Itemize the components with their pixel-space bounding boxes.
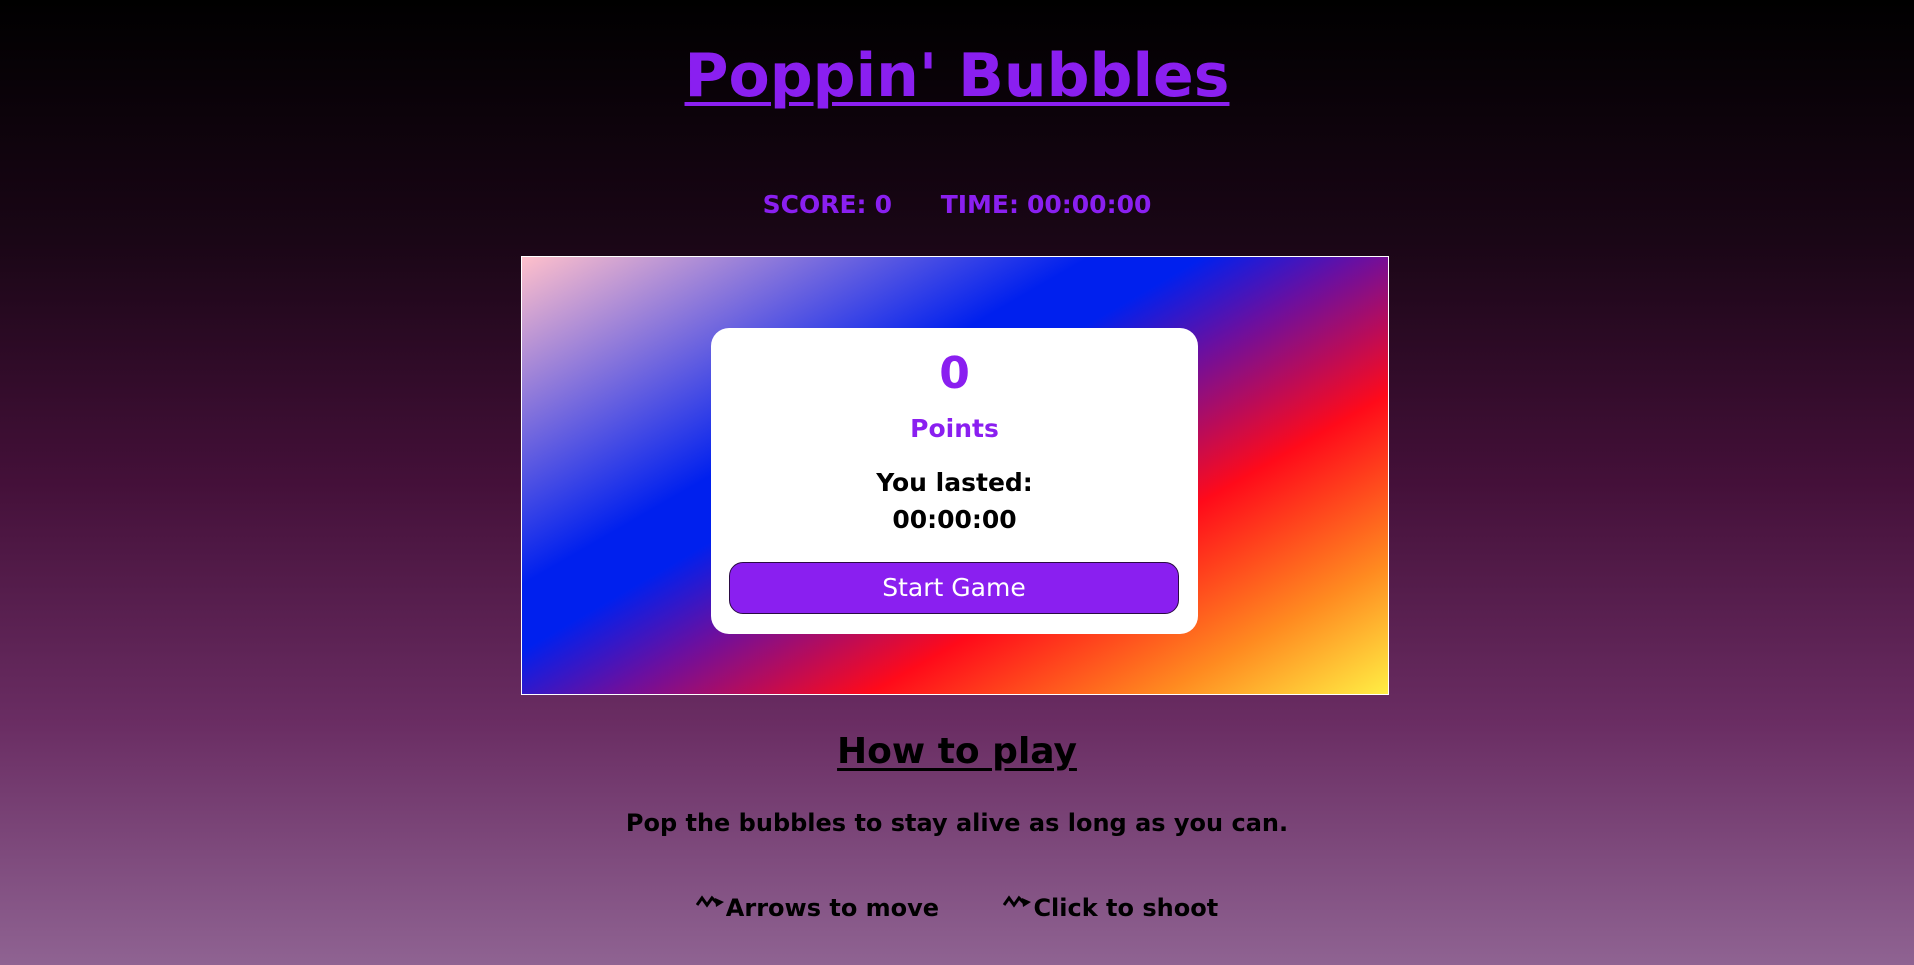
game-over-modal: 0 Points You lasted: 00:00:00 Start Game	[711, 328, 1198, 634]
stats-bar: SCORE: 0 TIME: 00:00:00	[0, 188, 1914, 222]
control-move-label: Arrows to move	[725, 894, 940, 922]
control-shoot-label: Click to shoot	[1033, 894, 1219, 922]
modal-score: 0	[939, 348, 970, 399]
double-arrow-icon	[695, 895, 724, 908]
time-label: TIME:	[940, 190, 1019, 219]
start-game-button[interactable]: Start Game	[729, 562, 1179, 614]
controls-list: Arrows to move Click to shoot	[0, 890, 1914, 926]
double-arrow-icon	[1003, 895, 1032, 908]
time-value: 00:00:00	[1027, 190, 1152, 219]
time-stat: TIME: 00:00:00	[941, 188, 1152, 222]
how-to-play-title: How to play	[837, 731, 1077, 772]
modal-points-label: Points	[910, 414, 999, 443]
game-board[interactable]: 0 Points You lasted: 00:00:00 Start Game	[521, 256, 1389, 695]
page-title: Poppin' Bubbles	[684, 41, 1230, 111]
score-value: 0	[874, 190, 892, 219]
score-label: SCORE:	[762, 190, 867, 219]
control-shoot: Click to shoot	[1003, 890, 1218, 926]
how-to-play-description: Pop the bubbles to stay alive as long as…	[625, 809, 1289, 837]
modal-lasted-label: You lasted:	[876, 468, 1033, 497]
control-move: Arrows to move	[695, 890, 940, 926]
modal-lasted-time: 00:00:00	[892, 505, 1017, 534]
score-stat: SCORE: 0	[763, 188, 892, 222]
